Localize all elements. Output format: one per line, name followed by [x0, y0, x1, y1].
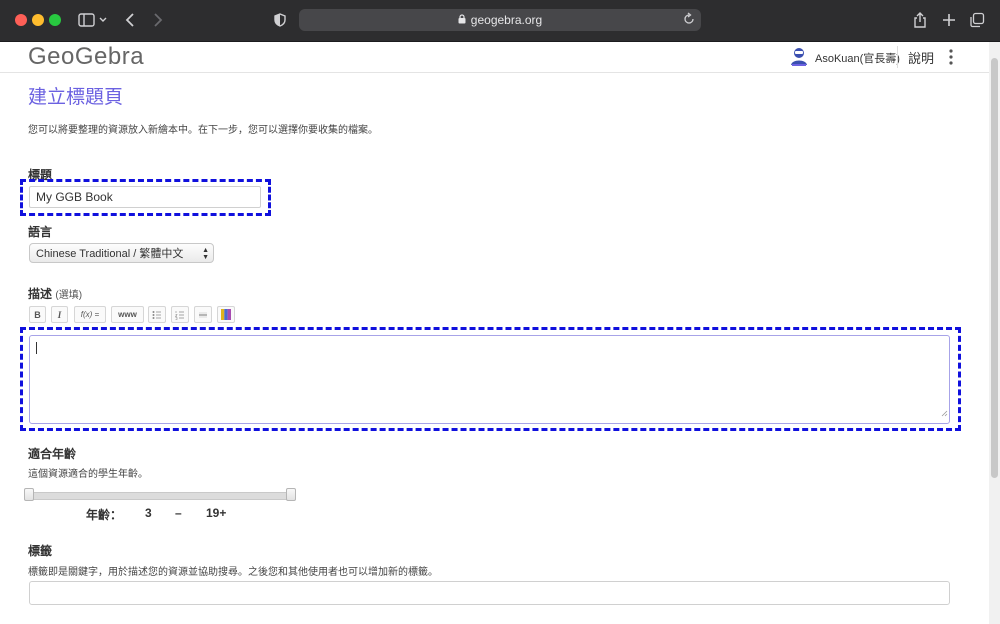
age-max-handle[interactable]: [286, 488, 296, 501]
new-tab-button[interactable]: [940, 9, 958, 31]
formula-button[interactable]: f(x) =: [74, 306, 106, 323]
horizontal-rule-button[interactable]: [194, 306, 212, 323]
avatar[interactable]: [788, 45, 810, 67]
minimize-window-button[interactable]: [32, 14, 44, 26]
tab-overview-button[interactable]: [968, 9, 986, 31]
reload-icon[interactable]: [683, 12, 695, 29]
page-title: 建立標題頁: [28, 87, 124, 108]
chevron-right-icon: [154, 13, 163, 27]
sidebar-toggle-button[interactable]: [75, 9, 111, 31]
tags-hint: 標籤即是關鍵字，用於描述您的資源並協助搜尋。之後您和其他使用者也可以增加新的標籤…: [28, 567, 438, 578]
age-min-handle[interactable]: [24, 488, 34, 501]
shield-icon: [274, 13, 286, 27]
age-prefix: 年齡：: [86, 508, 123, 522]
tags-input[interactable]: [29, 581, 950, 605]
share-icon: [914, 12, 926, 28]
bold-button[interactable]: B: [29, 306, 46, 323]
sidebar-icon: [78, 13, 107, 27]
description-label: 描述 (選填): [28, 285, 82, 302]
age-hint: 這個資源適合的學生年齡。: [28, 469, 148, 480]
age-min-value: 3: [145, 506, 152, 520]
help-link[interactable]: 說明: [908, 48, 934, 67]
age-dash: –: [175, 506, 182, 520]
description-highlight-box: [20, 327, 961, 431]
more-menu-button[interactable]: [945, 47, 957, 67]
browser-toolbar: geogebra.org: [0, 0, 1000, 42]
language-selected-value: Chinese Traditional / 繁體中文: [36, 248, 184, 260]
back-button[interactable]: [122, 9, 138, 31]
chevron-left-icon: [125, 13, 134, 27]
header-divider: [897, 46, 898, 68]
description-optional: (選填): [55, 290, 83, 301]
color-button[interactable]: [217, 306, 235, 323]
forward-button[interactable]: [150, 9, 166, 31]
select-arrows-icon: ▲ ▼: [202, 247, 209, 261]
description-label-text: 描述: [28, 287, 53, 301]
url-text: geogebra.org: [470, 13, 543, 27]
tags-label: 標籤: [28, 544, 53, 558]
scrollbar-thumb[interactable]: [991, 58, 998, 478]
share-button[interactable]: [911, 9, 929, 31]
bullet-list-button[interactable]: [148, 306, 166, 323]
user-name[interactable]: AsoKuan(官長壽): [815, 50, 900, 66]
horizontal-rule-icon: [199, 312, 207, 317]
bullet-list-icon: [152, 310, 161, 319]
page-content: GeoGebra AsoKuan(官長壽) 說明 建立標題頁 您可以將要整理的資…: [0, 42, 989, 624]
address-bar[interactable]: geogebra.org: [299, 9, 701, 31]
numbered-list-icon: [175, 310, 184, 320]
language-label: 語言: [28, 225, 53, 239]
age-max-value: 19+: [206, 506, 227, 520]
age-slider-track[interactable]: [29, 492, 293, 500]
close-window-button[interactable]: [15, 14, 27, 26]
plus-icon: [943, 14, 955, 26]
geogebra-logo[interactable]: GeoGebra: [28, 43, 144, 71]
zoom-window-button[interactable]: [49, 14, 61, 26]
numbered-list-button[interactable]: [171, 306, 189, 323]
insert-link-button[interactable]: www: [111, 306, 144, 323]
italic-button[interactable]: I: [51, 306, 68, 323]
intro-text: 您可以將要整理的資源放入新繪本中。在下一步，您可以選擇你要收集的檔案。: [28, 125, 378, 136]
privacy-report-button[interactable]: [272, 9, 288, 31]
language-select[interactable]: Chinese Traditional / 繁體中文 ▲ ▼: [29, 243, 214, 263]
title-highlight-box: [20, 179, 271, 216]
lock-icon: [458, 13, 466, 27]
page-scrollbar[interactable]: [989, 42, 1000, 624]
site-header: GeoGebra AsoKuan(官長壽) 說明: [0, 42, 989, 73]
tabs-icon: [970, 12, 985, 28]
age-label: 適合年齡: [28, 447, 77, 461]
color-palette-icon: [221, 309, 231, 320]
more-vertical-icon: [949, 49, 953, 65]
